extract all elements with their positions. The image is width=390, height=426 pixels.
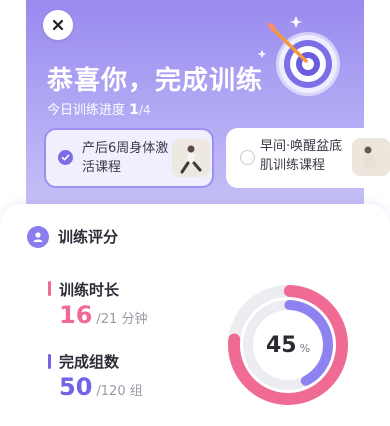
duration-label: 训练时长 <box>59 281 120 299</box>
progress-label: 今日训练进度 <box>47 103 126 118</box>
course-card[interactable]: 早间·唤醒盆底肌训练课程 <box>226 128 390 188</box>
course-name: 产后6周身体激活课程 <box>82 141 169 175</box>
score-panel: 训练评分 训练时长 16/21 分钟 完成组数 50/120 组 45% <box>0 204 390 426</box>
check-icon <box>58 150 73 165</box>
duration-total: /21 分钟 <box>96 312 148 327</box>
close-button[interactable] <box>43 10 73 40</box>
score-percent-value: 45 <box>265 332 297 358</box>
course-thumbnail <box>172 139 210 177</box>
user-icon <box>27 226 49 248</box>
sets-number: 50 <box>59 373 93 401</box>
radio-unchecked-icon <box>240 150 255 165</box>
target-dart-icon <box>257 16 340 96</box>
page-edge-right <box>364 0 390 230</box>
duration-value: 16/21 分钟 <box>59 301 147 329</box>
score-percent-sign: % <box>299 341 311 355</box>
score-percent: 45% <box>226 283 350 407</box>
progress-current: 1 <box>129 102 139 118</box>
sets-value: 50/120 组 <box>59 373 143 401</box>
training-progress: 今日训练进度 1/4 <box>47 99 151 118</box>
sets-label: 完成组数 <box>59 353 120 371</box>
close-icon <box>52 19 64 31</box>
progress-total: /4 <box>138 103 151 117</box>
course-name: 早间·唤醒盆底肌训练课程 <box>260 139 343 173</box>
page-title: 恭喜你，完成训练 <box>47 66 264 96</box>
course-card[interactable]: 产后6周身体激活课程 <box>44 128 214 188</box>
duration-number: 16 <box>59 301 93 329</box>
duration-marker <box>48 281 51 296</box>
score-title: 训练评分 <box>58 228 119 246</box>
sets-marker <box>48 354 51 369</box>
sets-total: /120 组 <box>96 384 143 399</box>
page-edge-left <box>0 0 26 230</box>
course-thumbnail <box>352 138 390 176</box>
